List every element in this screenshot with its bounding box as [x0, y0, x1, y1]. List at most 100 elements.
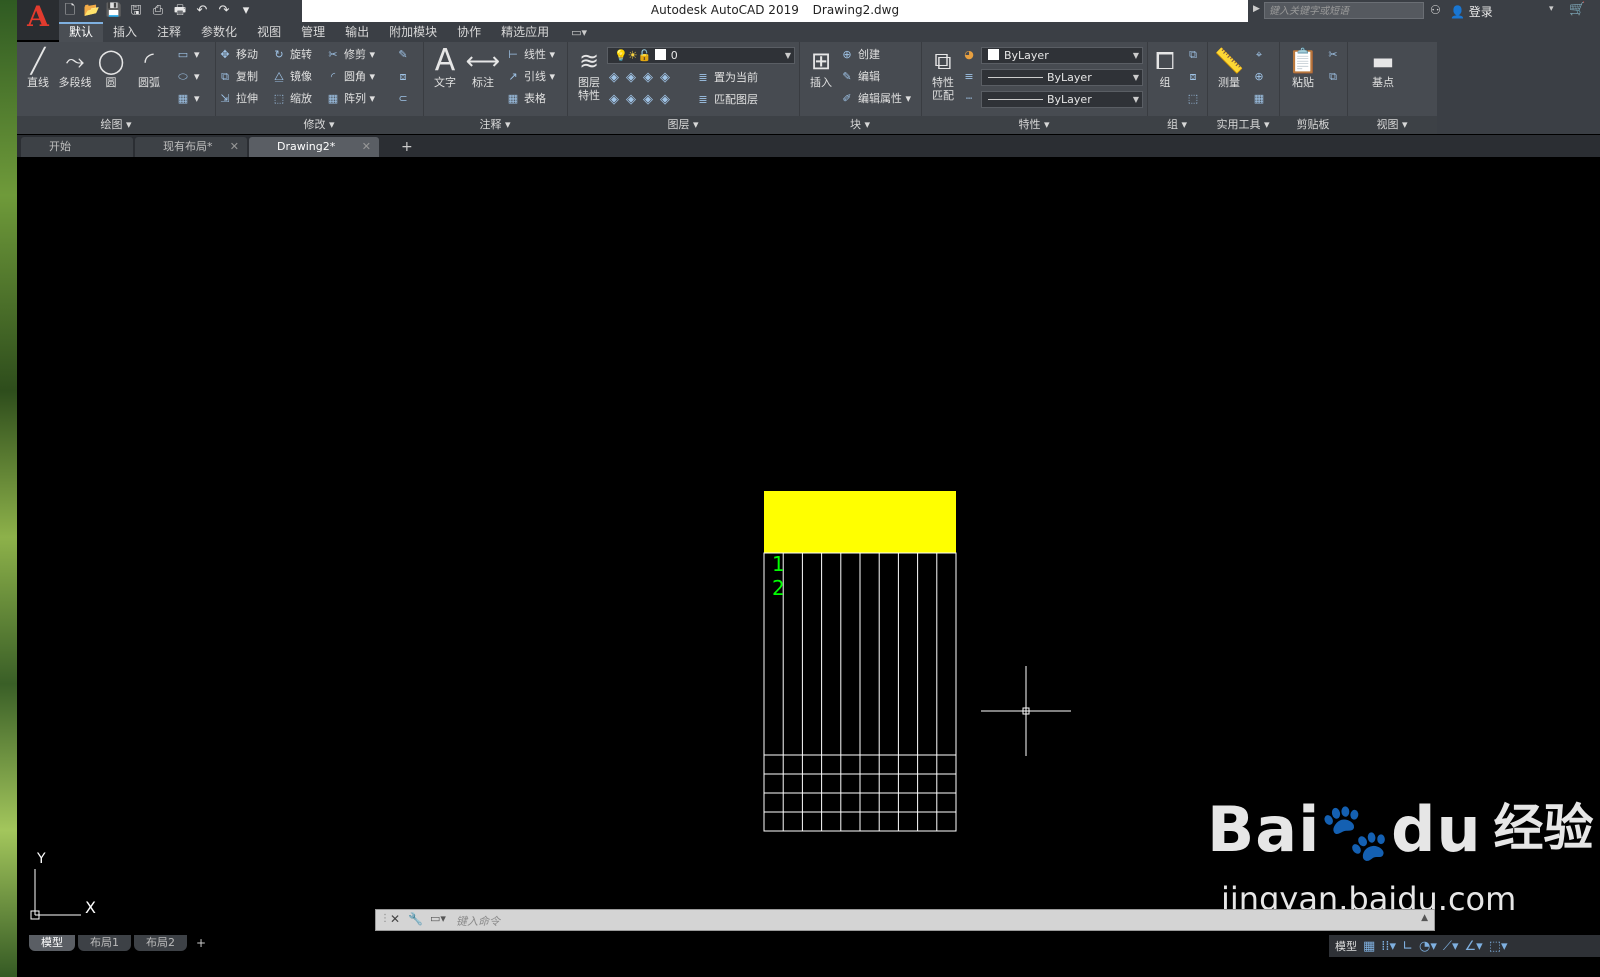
circle-button[interactable]: ◯ 圆 — [91, 46, 131, 89]
match-layer-button[interactable]: ≣ 匹配图层 — [695, 91, 758, 109]
grid-icon[interactable]: ▦ — [1363, 939, 1375, 954]
sign-in-button[interactable]: 👤 登录 — [1450, 3, 1493, 20]
add-layout-icon[interactable]: + — [190, 935, 212, 951]
line-button[interactable]: ╱ 直线 — [18, 46, 58, 89]
wrench-icon[interactable]: 🔧 — [408, 912, 423, 926]
annotation-scale-icon[interactable]: ⬚▾ — [1489, 939, 1508, 954]
tab-addins[interactable]: 附加模块 — [379, 22, 447, 42]
close-icon[interactable]: ✕ — [390, 912, 400, 926]
tab-featured-apps[interactable]: 精选应用 — [491, 22, 559, 42]
color-wheel-icon[interactable]: ◕ — [961, 46, 980, 64]
model-space-button[interactable]: 模型 — [1335, 938, 1357, 954]
undo-icon[interactable]: ↶ — [193, 3, 211, 19]
arc-button[interactable]: ◜ 圆弧 — [129, 46, 169, 89]
cut-icon[interactable]: ✂ — [1325, 46, 1344, 64]
tab-annotate[interactable]: 注释 — [147, 22, 191, 42]
color-dropdown[interactable]: ByLayer ▼ — [981, 47, 1143, 64]
customize-qat-icon[interactable]: ▾ — [237, 3, 255, 19]
drawing-canvas[interactable]: 12 Y X Bai🐾du 经验 jingyan.baidu.com ⋮ ✕ 🔧 — [17, 157, 1600, 935]
move-button[interactable]: ✥ 移动 — [217, 46, 258, 64]
insert-button[interactable]: ⊞ 插入 — [801, 46, 841, 89]
ungroup-icon[interactable]: ⧉ — [1185, 46, 1204, 64]
quick-select-icon[interactable]: ⊕ — [1251, 68, 1270, 86]
file-tab-drawing2[interactable]: Drawing2* ✕ — [249, 137, 379, 157]
open-icon[interactable]: 📂 — [83, 3, 101, 19]
trim-button[interactable]: ✂ 修剪 ▾ — [325, 46, 375, 64]
group-select-icon[interactable]: ⬚ — [1185, 90, 1204, 108]
copy-clip-icon[interactable]: ⧉ — [1325, 68, 1344, 86]
cart-icon[interactable]: 🛒 — [1569, 2, 1585, 17]
properties-panel-title[interactable]: 特性 ▾ — [921, 116, 1147, 134]
plot-icon[interactable]: 🖶 — [171, 3, 189, 19]
lineweight-dropdown[interactable]: ByLayer ▼ — [981, 69, 1143, 86]
file-tab-start[interactable]: 开始 — [21, 137, 133, 157]
rectangle-icon[interactable]: ▭ ▾ — [175, 46, 200, 64]
calculator-icon[interactable]: ▦ — [1251, 90, 1270, 108]
layout-tab-layout2[interactable]: 布局2 — [134, 935, 187, 951]
draw-panel-title[interactable]: 绘图 ▾ — [17, 116, 215, 134]
new-icon[interactable]: 🗋 — [61, 3, 79, 19]
close-icon[interactable]: ✕ — [230, 137, 239, 157]
tab-default[interactable]: 默认 — [59, 22, 104, 42]
autocad-logo[interactable]: A — [17, 0, 59, 40]
text-button[interactable]: A 文字 — [425, 46, 465, 90]
table-button[interactable]: ▦ 表格 — [505, 90, 546, 108]
group-edit-icon[interactable]: ⧈ — [1185, 68, 1204, 86]
clipboard-panel-title[interactable]: 剪贴板 — [1279, 116, 1347, 134]
ortho-icon[interactable]: ∟ — [1402, 939, 1413, 954]
stretch-button[interactable]: ⇲ 拉伸 — [217, 90, 258, 108]
drag-handle-icon[interactable]: ⋮ — [380, 913, 390, 924]
hatch-icon[interactable]: ▦ ▾ — [175, 90, 200, 108]
table-drawing[interactable]: 12 — [763, 491, 957, 832]
scale-button[interactable]: ⬚ 缩放 — [271, 90, 312, 108]
layer-tools-row-2[interactable]: ◈◈◈◈ — [609, 91, 677, 109]
file-tab-existing-layout[interactable]: 现有布局* ✕ — [135, 137, 247, 157]
angle-icon[interactable]: ∠▾ — [1465, 939, 1483, 954]
mirror-button[interactable]: ⧋ 镜像 — [271, 68, 312, 86]
block-panel-title[interactable]: 块 ▾ — [799, 116, 921, 134]
publish-icon[interactable]: ⎙ — [149, 3, 167, 19]
copy-button[interactable]: ⧉ 复制 — [217, 68, 258, 86]
dimension-button[interactable]: ⟷ 标注 — [463, 46, 503, 89]
id-point-icon[interactable]: ⌖ — [1251, 46, 1270, 64]
tab-output[interactable]: 输出 — [335, 22, 379, 42]
save-icon[interactable]: 💾 — [105, 3, 123, 19]
fillet-button[interactable]: ◜ 圆角 ▾ — [325, 68, 375, 86]
erase-icon[interactable]: ✎ — [395, 46, 414, 64]
group-button[interactable]: ⧠ 组 — [1147, 46, 1183, 89]
layer-properties-button[interactable]: ≋ 图层 特性 — [569, 46, 609, 102]
chevron-up-icon[interactable]: ▲ — [1421, 913, 1428, 923]
create-block-button[interactable]: ⊕ 创建 — [839, 46, 880, 64]
save-as-icon[interactable]: 🖫 — [127, 3, 145, 19]
layout-tab-model[interactable]: 模型 — [29, 935, 75, 951]
set-current-button[interactable]: ≣ 置为当前 — [695, 69, 758, 87]
polar-icon[interactable]: ◔▾ — [1419, 939, 1437, 954]
linear-button[interactable]: ⊢ 线性 ▾ — [505, 46, 555, 64]
modify-panel-title[interactable]: 修改 ▾ — [215, 116, 423, 134]
tab-manage[interactable]: 管理 — [291, 22, 335, 42]
array-button[interactable]: ▦ 阵列 ▾ — [325, 90, 375, 108]
binoculars-icon[interactable]: ⚇ — [1430, 3, 1441, 17]
polyline-button[interactable]: ⤳ 多段线 — [55, 46, 95, 89]
base-point-button[interactable]: ▬ 基点 — [1363, 46, 1403, 89]
close-icon[interactable]: ✕ — [362, 137, 371, 157]
chevron-down-icon[interactable]: ▾ — [1549, 4, 1554, 14]
tab-collaborate[interactable]: 协作 — [447, 22, 491, 42]
snap-icon[interactable]: ⁞⁞▾ — [1381, 939, 1396, 954]
match-properties-button[interactable]: ⧉ 特性 匹配 — [923, 46, 963, 102]
utilities-panel-title[interactable]: 实用工具 ▾ — [1207, 116, 1279, 134]
redo-icon[interactable]: ↷ — [215, 3, 233, 19]
command-prompt-icon[interactable]: ▭▾ — [430, 912, 446, 925]
annotation-panel-title[interactable]: 注释 ▾ — [423, 116, 567, 134]
edit-block-button[interactable]: ✎ 编辑 — [839, 68, 880, 86]
ribbon-toggle-icon[interactable]: ▭▾ — [571, 26, 587, 39]
layer-dropdown[interactable]: 💡☀🔓 0 ▼ — [607, 47, 795, 64]
explode-icon[interactable]: ⧈ — [395, 68, 414, 86]
layer-tools-row-1[interactable]: ◈◈◈◈ — [609, 69, 677, 87]
new-tab-icon[interactable]: + — [401, 139, 413, 155]
layout-tab-layout1[interactable]: 布局1 — [78, 935, 131, 951]
rotate-button[interactable]: ↻ 旋转 — [271, 46, 312, 64]
view-panel-title[interactable]: 视图 ▾ — [1347, 116, 1437, 134]
ellipse-icon[interactable]: ⬭ ▾ — [175, 68, 199, 86]
layers-panel-title[interactable]: 图层 ▾ — [567, 116, 799, 134]
